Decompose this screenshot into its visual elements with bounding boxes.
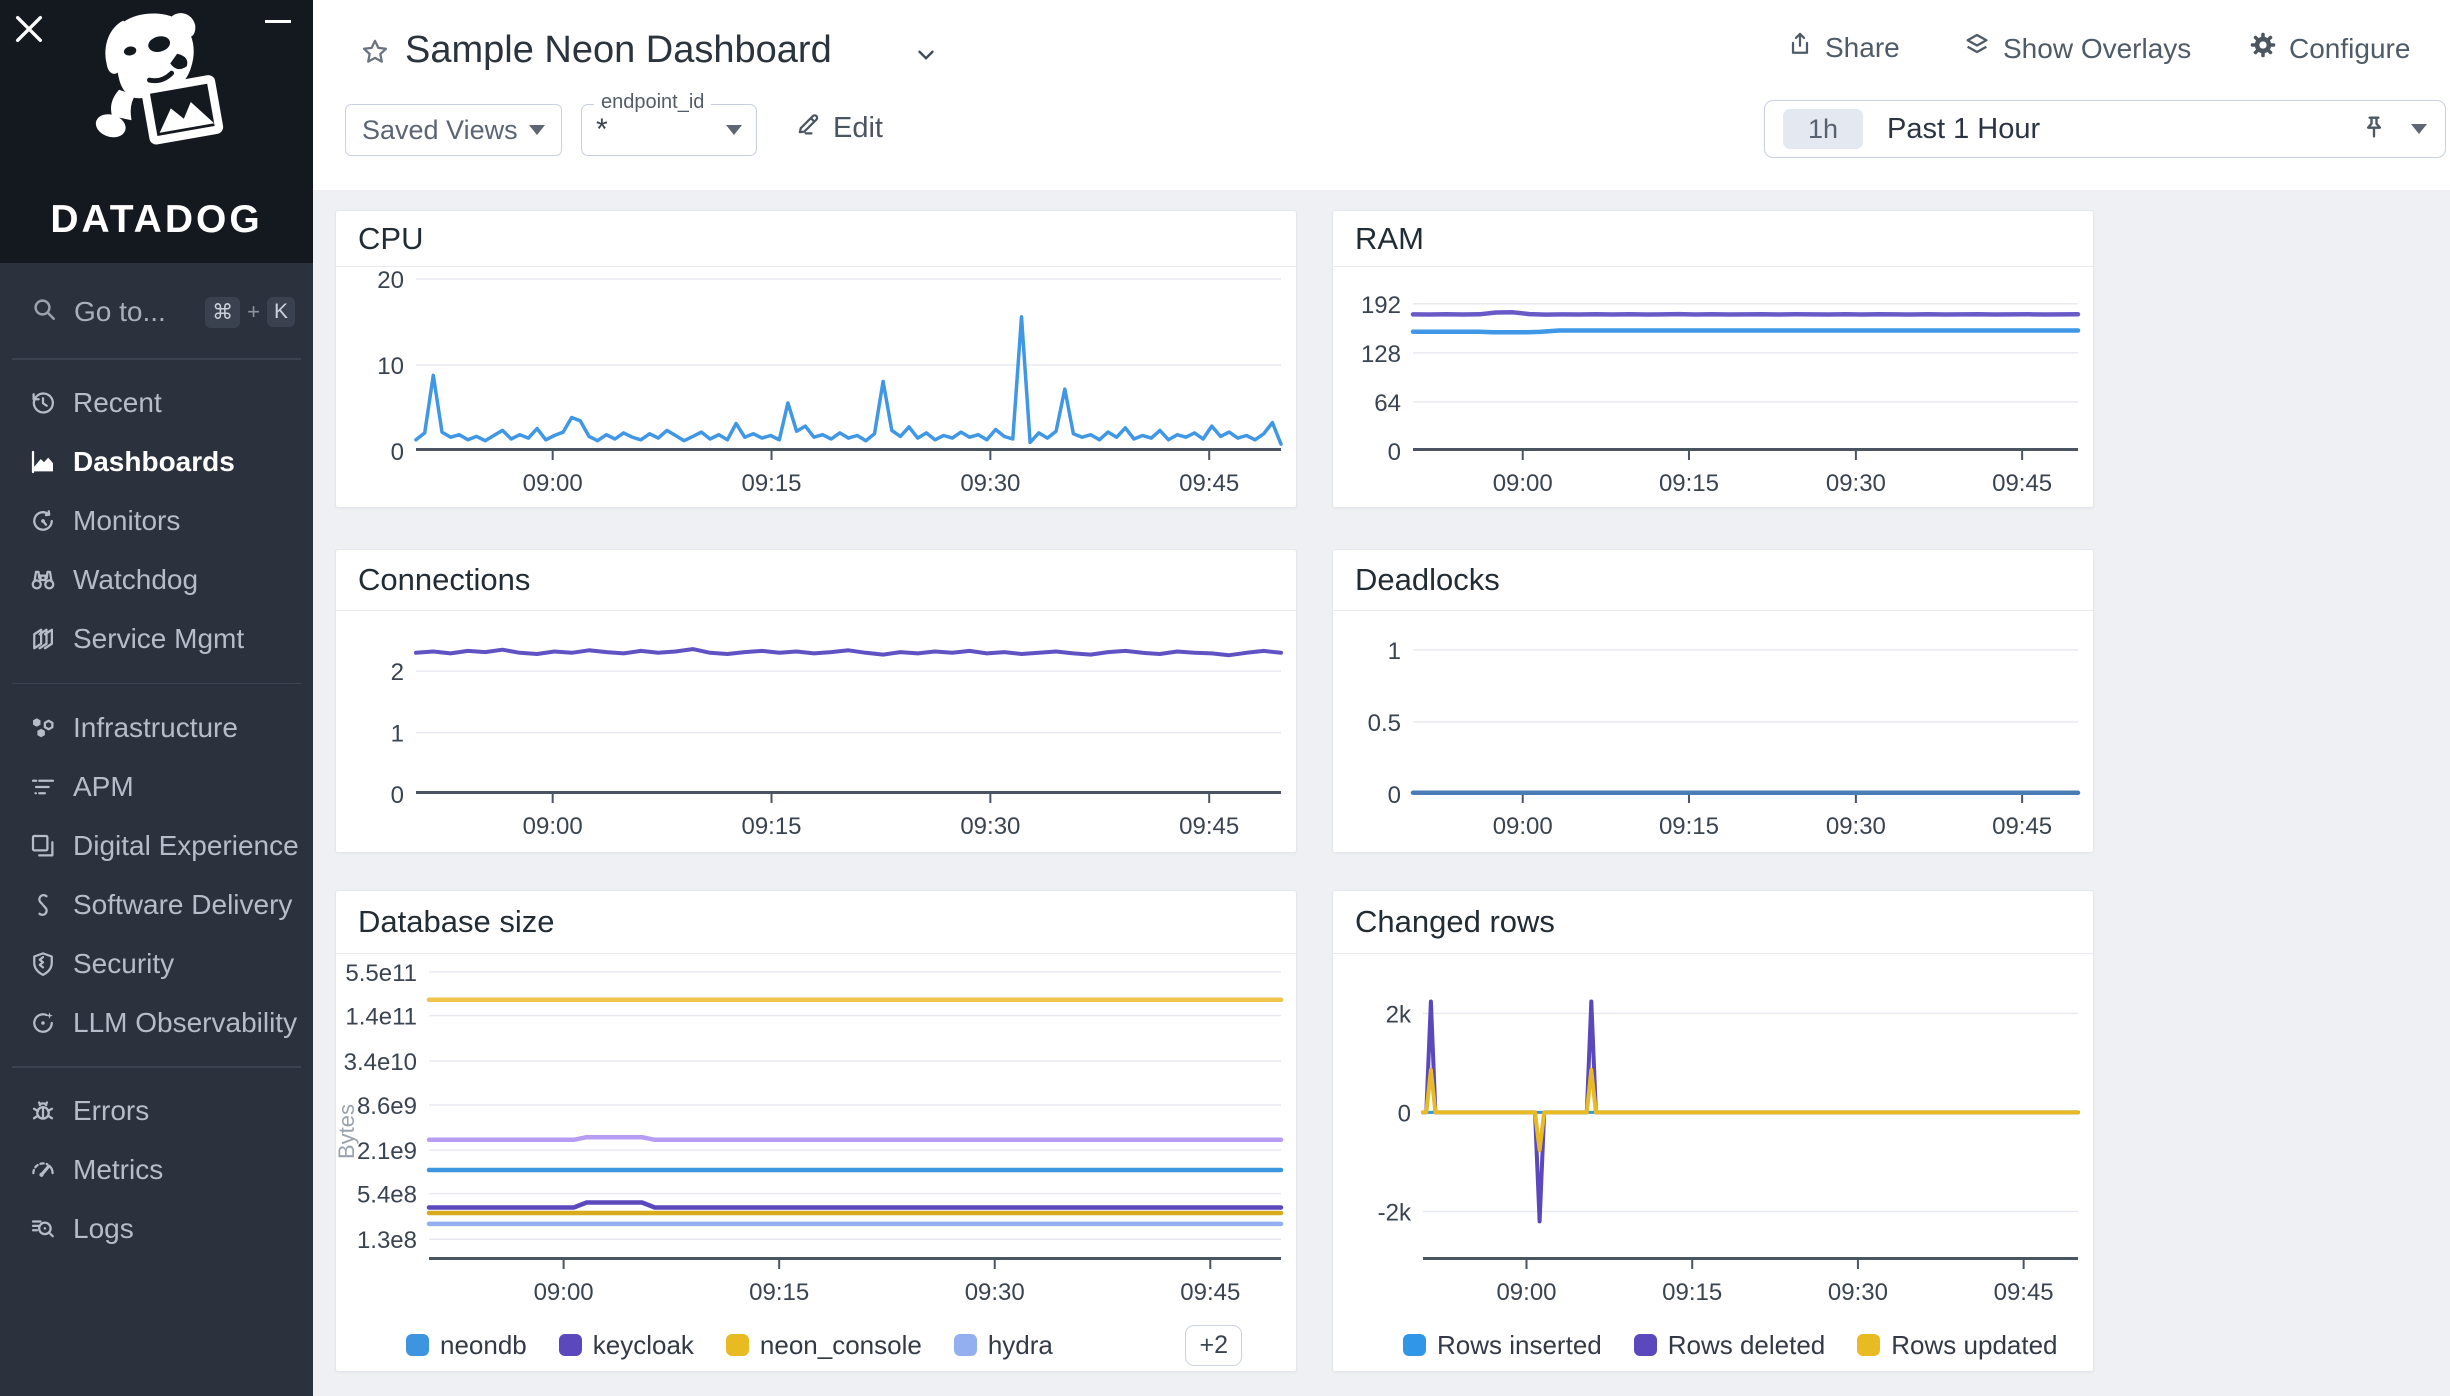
chart-plot-cpu[interactable]: 0 10 20 09:00 09:15 09:30 09:45 bbox=[336, 267, 1295, 506]
chart-legend: Rows inserted Rows deleted Rows updated bbox=[1333, 1315, 2093, 1375]
series-cpu bbox=[416, 317, 1281, 444]
svg-text:09:45: 09:45 bbox=[1179, 813, 1239, 840]
legend-color-chip bbox=[1403, 1334, 1426, 1356]
svg-text:09:30: 09:30 bbox=[965, 1279, 1025, 1306]
legend-label: keycloak bbox=[593, 1330, 694, 1361]
svg-text:2k: 2k bbox=[1386, 1001, 1412, 1028]
svg-text:0: 0 bbox=[391, 439, 404, 466]
legend-color-chip bbox=[1634, 1334, 1657, 1356]
svg-text:09:15: 09:15 bbox=[1662, 1279, 1722, 1306]
svg-text:3.4e10: 3.4e10 bbox=[344, 1049, 417, 1076]
svg-text:09:30: 09:30 bbox=[1826, 813, 1886, 840]
svg-text:128: 128 bbox=[1361, 341, 1401, 368]
legend-label: Rows inserted bbox=[1437, 1330, 1602, 1361]
chart-plot-database-size[interactable]: 1.3e8 5.4e8 2.1e9 8.6e9 3.4e10 1.4e11 5.5e11 By… bbox=[336, 954, 1295, 1310]
panel-title: RAM bbox=[1333, 211, 2093, 267]
legend-color-chip bbox=[406, 1334, 429, 1356]
legend-label: Rows updated bbox=[1891, 1330, 2057, 1361]
chart-plot-changed-rows[interactable]: -2k 0 2k 09:00 09:15 09:30 09:45 bbox=[1333, 954, 2092, 1310]
svg-text:0: 0 bbox=[391, 782, 404, 809]
svg-text:64: 64 bbox=[1374, 390, 1401, 417]
svg-text:5.5e11: 5.5e11 bbox=[345, 960, 417, 987]
svg-text:09:15: 09:15 bbox=[1659, 813, 1719, 840]
svg-text:0: 0 bbox=[1398, 1100, 1411, 1127]
svg-text:09:00: 09:00 bbox=[523, 813, 583, 840]
svg-text:Bytes: Bytes bbox=[336, 1104, 359, 1159]
legend-label: neondb bbox=[440, 1330, 527, 1361]
panel-title: Changed rows bbox=[1333, 891, 2093, 954]
series-keycloak bbox=[429, 1203, 1281, 1208]
chart-plot-deadlocks[interactable]: 0 0.5 1 09:00 09:15 09:30 09:45 bbox=[1333, 611, 2092, 851]
svg-text:2.1e9: 2.1e9 bbox=[357, 1138, 417, 1165]
panel-title: CPU bbox=[336, 211, 1296, 267]
svg-text:0: 0 bbox=[1388, 439, 1401, 466]
svg-text:09:00: 09:00 bbox=[1493, 470, 1553, 497]
svg-text:10: 10 bbox=[377, 353, 404, 380]
svg-text:09:30: 09:30 bbox=[960, 470, 1020, 497]
panel-title: Connections bbox=[336, 550, 1296, 611]
series-ram-used bbox=[1413, 312, 2078, 314]
panel-title: Database size bbox=[336, 891, 1296, 954]
panel-database-size: Database size1.3e85.4e82.1e98.6e93.4e101… bbox=[335, 890, 1297, 1372]
svg-text:1: 1 bbox=[391, 721, 404, 748]
legend-item-keycloak[interactable]: keycloak bbox=[559, 1330, 694, 1361]
svg-text:1.4e11: 1.4e11 bbox=[345, 1004, 417, 1031]
legend-label: hydra bbox=[988, 1330, 1053, 1361]
series-ram-other bbox=[1413, 331, 2078, 333]
series-connections bbox=[416, 649, 1281, 655]
legend-item-neondb[interactable]: neondb bbox=[406, 1330, 527, 1361]
svg-text:2: 2 bbox=[391, 659, 404, 686]
legend-color-chip bbox=[954, 1334, 977, 1356]
legend-color-chip bbox=[726, 1334, 749, 1356]
legend-item-hydra[interactable]: hydra bbox=[954, 1330, 1053, 1361]
svg-text:09:00: 09:00 bbox=[1496, 1279, 1556, 1306]
svg-text:09:15: 09:15 bbox=[741, 813, 801, 840]
legend-item-rows-inserted[interactable]: Rows inserted bbox=[1403, 1330, 1602, 1361]
legend-item-rows-deleted[interactable]: Rows deleted bbox=[1634, 1330, 1826, 1361]
legend-color-chip bbox=[559, 1334, 582, 1356]
svg-text:09:15: 09:15 bbox=[1659, 470, 1719, 497]
svg-text:09:45: 09:45 bbox=[1992, 470, 2052, 497]
panel-connections: Connections 0 1 2 09:00 09:15 09:30 09:45 bbox=[335, 549, 1297, 853]
svg-text:09:00: 09:00 bbox=[534, 1279, 594, 1306]
panel-cpu: CPU 0 10 20 09:00 09:15 09:30 09:45 bbox=[335, 210, 1297, 508]
dashboard-grid: CPU0102009:0009:1509:3009:45RAM064128192… bbox=[0, 0, 2450, 1396]
series-extra-db-1 bbox=[429, 1137, 1281, 1140]
series-rows-updated bbox=[1423, 1070, 2078, 1150]
svg-text:09:30: 09:30 bbox=[960, 813, 1020, 840]
chart-plot-ram[interactable]: 0 64 128 192 09:00 09:15 09:30 09:45 bbox=[1333, 267, 2092, 506]
svg-text:09:15: 09:15 bbox=[749, 1279, 809, 1306]
svg-text:0: 0 bbox=[1388, 782, 1401, 809]
panel-changed-rows: Changed rows -2k 0 2k 09:00 09:15 09:30 09:45 Ro… bbox=[1332, 890, 2094, 1372]
svg-text:09:15: 09:15 bbox=[741, 470, 801, 497]
svg-text:-2k: -2k bbox=[1378, 1199, 1412, 1226]
legend-color-chip bbox=[1857, 1334, 1880, 1356]
svg-text:1.3e8: 1.3e8 bbox=[357, 1227, 417, 1254]
legend-item-rows-updated[interactable]: Rows updated bbox=[1857, 1330, 2057, 1361]
chart-plot-connections[interactable]: 0 1 2 09:00 09:15 09:30 09:45 bbox=[336, 611, 1295, 851]
svg-text:20: 20 bbox=[377, 267, 404, 294]
svg-text:0.5: 0.5 bbox=[1368, 710, 1401, 737]
svg-text:09:45: 09:45 bbox=[1994, 1279, 2054, 1306]
panel-title: Deadlocks bbox=[1333, 550, 2093, 611]
svg-text:09:45: 09:45 bbox=[1180, 1279, 1240, 1306]
svg-text:1: 1 bbox=[1388, 638, 1401, 665]
svg-text:8.6e9: 8.6e9 bbox=[357, 1093, 417, 1120]
svg-text:09:30: 09:30 bbox=[1826, 470, 1886, 497]
panel-deadlocks: Deadlocks 0 0.5 1 09:00 09:15 09:30 09:45 bbox=[1332, 549, 2094, 853]
svg-text:09:00: 09:00 bbox=[523, 470, 583, 497]
legend-label: Rows deleted bbox=[1668, 1330, 1826, 1361]
svg-text:5.4e8: 5.4e8 bbox=[357, 1182, 417, 1209]
svg-text:09:30: 09:30 bbox=[1828, 1279, 1888, 1306]
legend-more-button[interactable]: +2 bbox=[1185, 1325, 1242, 1366]
legend-item-neon-console[interactable]: neon_console bbox=[726, 1330, 922, 1361]
svg-text:192: 192 bbox=[1361, 292, 1401, 319]
chart-legend: neondb keycloak neon_console hydra +2 bbox=[336, 1315, 1296, 1375]
svg-text:09:00: 09:00 bbox=[1493, 813, 1553, 840]
legend-label: neon_console bbox=[760, 1330, 922, 1361]
svg-text:09:45: 09:45 bbox=[1179, 470, 1239, 497]
svg-text:09:45: 09:45 bbox=[1992, 813, 2052, 840]
panel-ram: RAM 0 64 128 192 09:00 09:15 09:30 09:45 bbox=[1332, 210, 2094, 508]
